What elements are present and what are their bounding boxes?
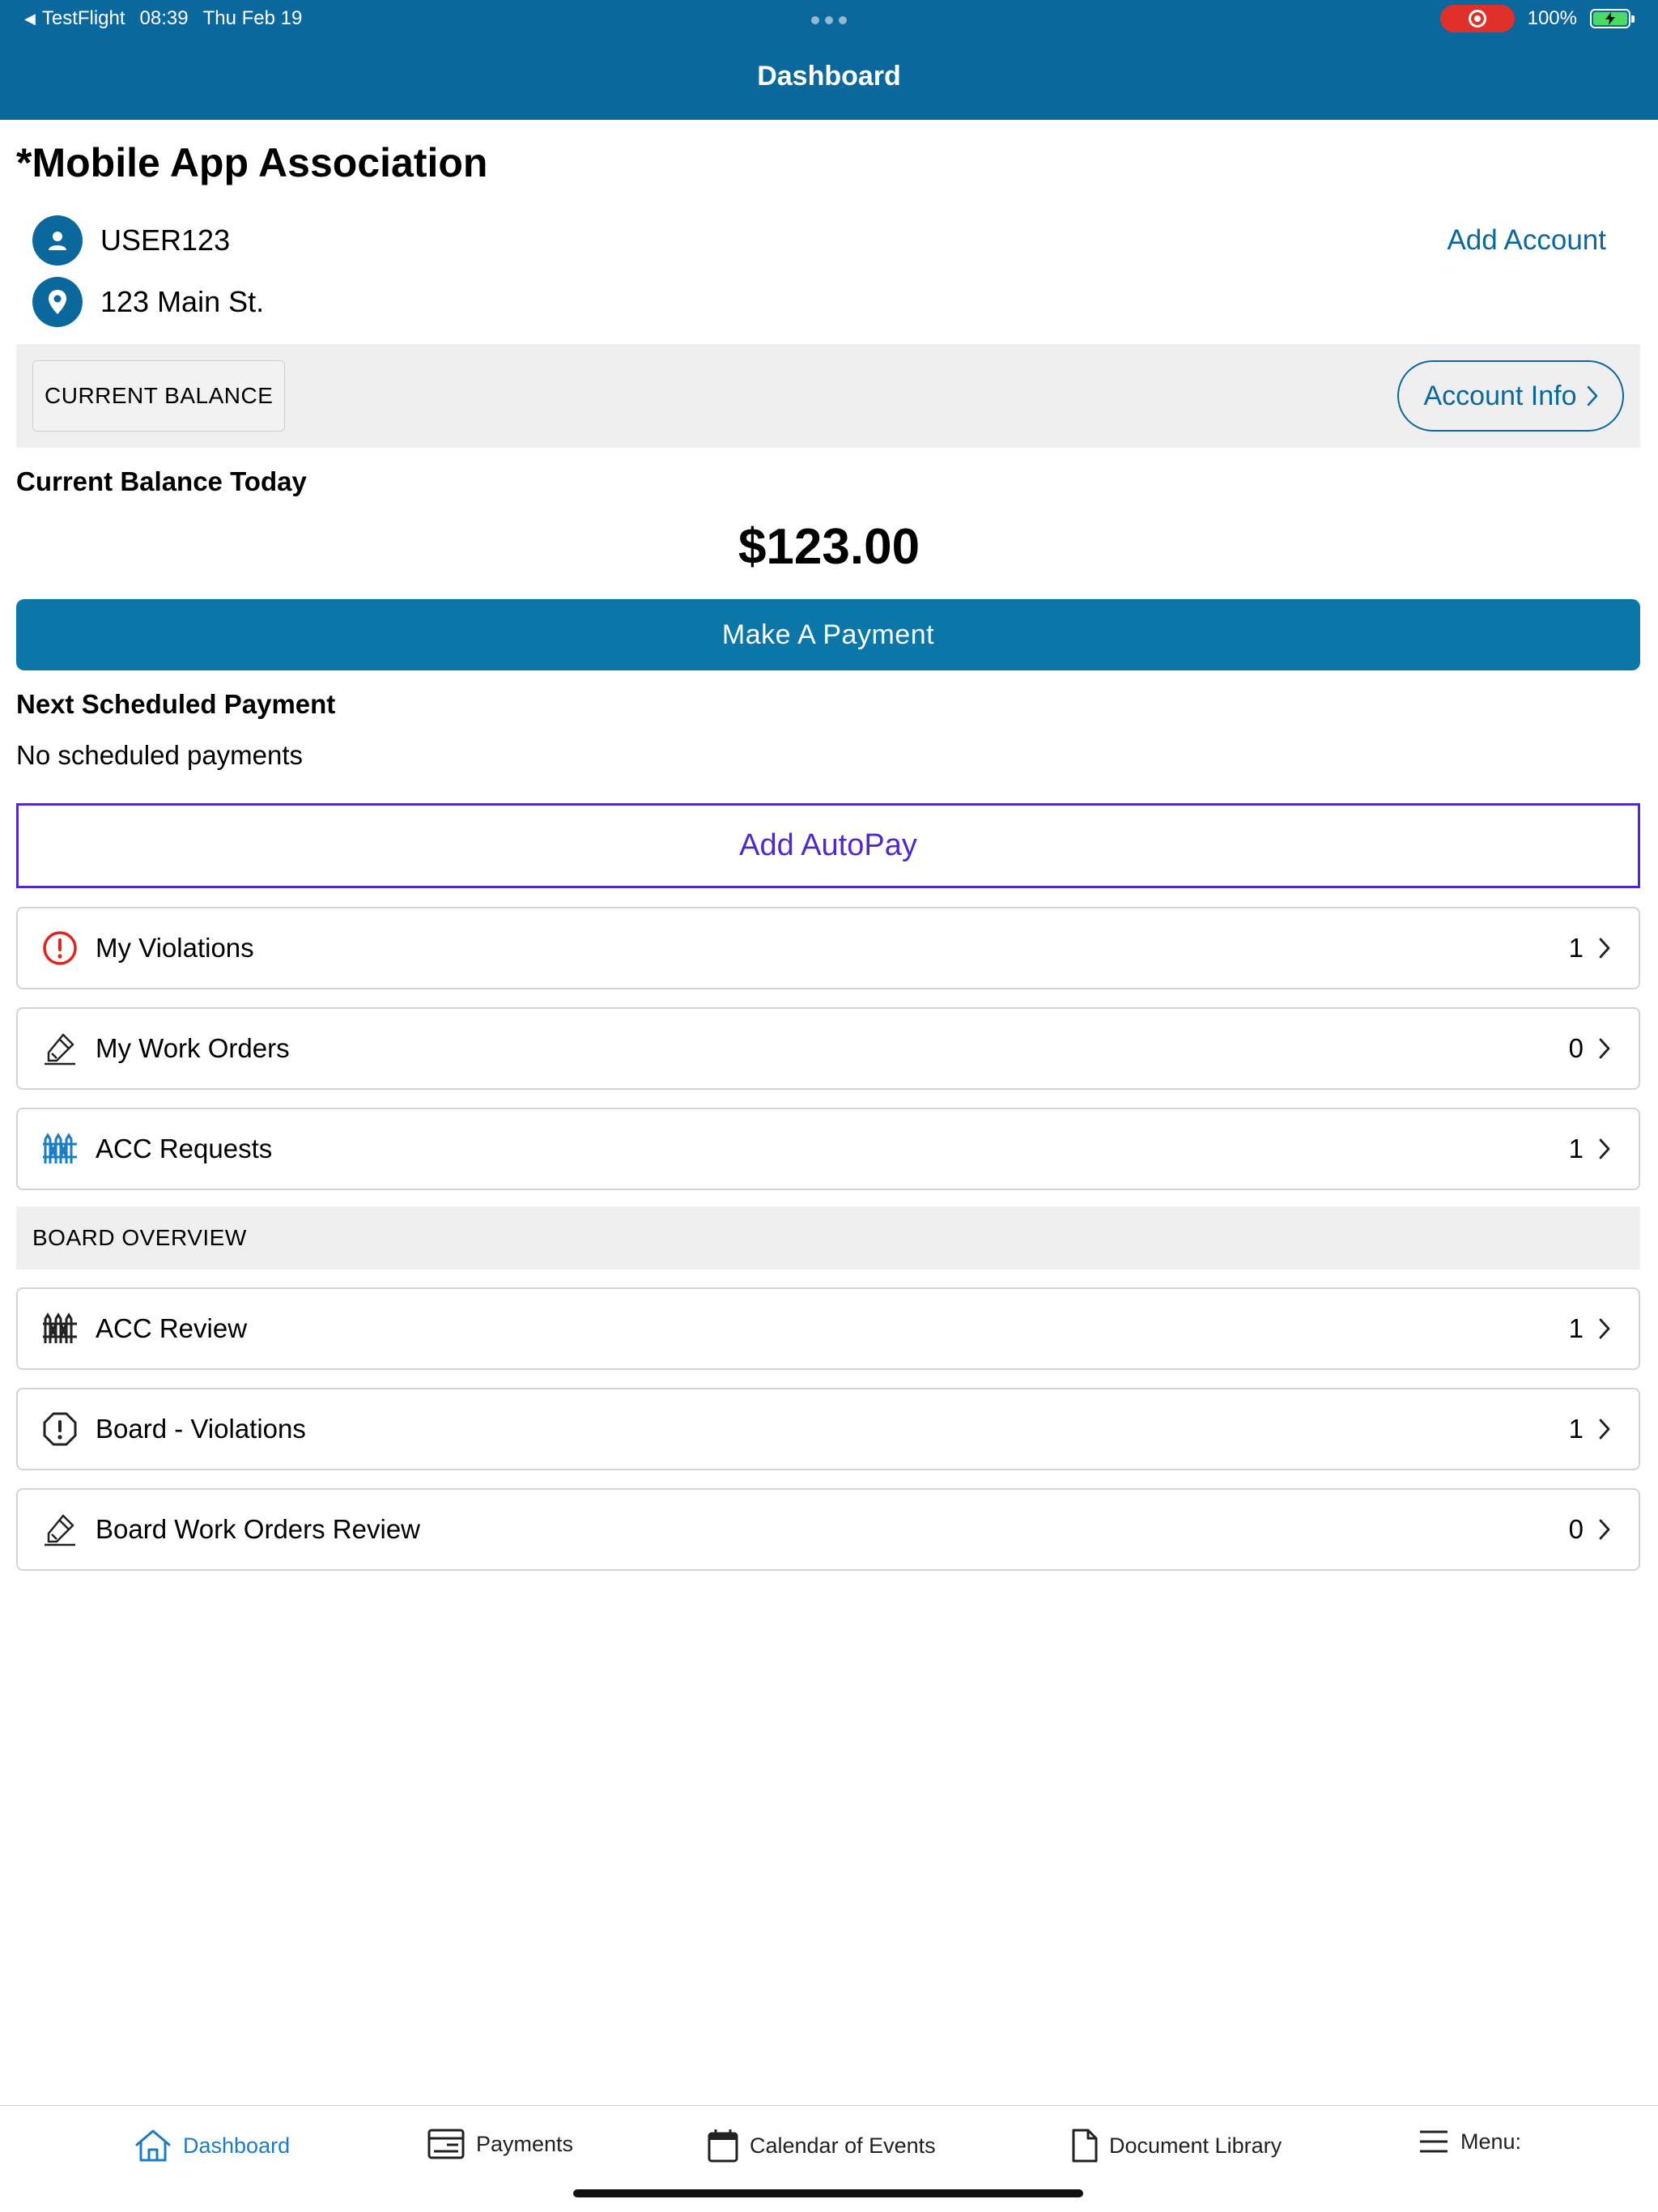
my-work-orders-row[interactable]: My Work Orders 0 — [16, 1007, 1640, 1090]
home-indicator[interactable] — [573, 2189, 1083, 2197]
tab-dashboard[interactable]: Dashboard — [134, 2129, 290, 2163]
battery-percent: 100% — [1527, 7, 1577, 29]
status-right: 100% — [1439, 5, 1635, 32]
work-order-icon — [40, 1029, 79, 1068]
chevron-right-icon — [1598, 1516, 1618, 1543]
row-count: 1 — [1568, 1134, 1584, 1163]
status-date: Thu Feb 19 — [202, 7, 303, 29]
my-violations-row[interactable]: My Violations 1 — [16, 907, 1640, 989]
chevron-right-icon — [1598, 934, 1618, 962]
user-name: USER123 — [100, 223, 231, 257]
add-account-link[interactable]: Add Account — [1447, 224, 1606, 257]
user-icon — [32, 215, 83, 266]
status-bar: ◀ TestFlight 08:39 Thu Feb 19 100% — [0, 0, 1658, 39]
tab-calendar-of-events[interactable]: Calendar of Events — [708, 2129, 936, 2163]
next-scheduled-payment-title: Next Scheduled Payment — [16, 689, 336, 719]
multitasking-dots-icon[interactable] — [811, 16, 847, 24]
row-count: 0 — [1568, 1033, 1584, 1063]
chevron-right-icon — [1587, 385, 1597, 406]
battery-charging-icon — [1590, 9, 1635, 28]
acc-requests-row[interactable]: ACC Requests 1 — [16, 1108, 1640, 1190]
home-icon — [135, 2129, 171, 2162]
next-scheduled-payment-value: No scheduled payments — [16, 740, 304, 770]
tab-label: Payments — [476, 2131, 574, 2156]
row-label: Board - Violations — [96, 1414, 306, 1444]
back-app-label[interactable]: TestFlight — [42, 7, 125, 30]
board-overview-header: BOARD OVERVIEW — [16, 1206, 1640, 1270]
board-work-orders-review-row[interactable]: Board Work Orders Review 0 — [16, 1488, 1640, 1571]
row-count: 1 — [1568, 933, 1584, 963]
row-count: 1 — [1568, 1313, 1584, 1343]
row-label: My Work Orders — [96, 1033, 290, 1063]
screen-recording-icon[interactable] — [1439, 5, 1515, 32]
user-row: USER123 — [32, 215, 230, 266]
fence-icon — [40, 1309, 79, 1348]
back-to-app-icon[interactable]: ◀ — [24, 11, 36, 28]
chevron-right-icon — [1598, 1135, 1618, 1163]
address-row: 123 Main St. — [32, 277, 264, 327]
payments-icon — [427, 2129, 465, 2159]
address-text: 123 Main St. — [100, 285, 265, 318]
add-autopay-button[interactable]: Add AutoPay — [16, 803, 1640, 888]
balance-amount: $123.00 — [738, 519, 920, 575]
row-count: 1 — [1568, 1414, 1584, 1444]
row-label: ACC Review — [96, 1313, 248, 1343]
page-title: Dashboard — [757, 61, 901, 91]
location-pin-icon — [32, 277, 83, 327]
alert-octagon-icon — [40, 1410, 79, 1448]
status-left: ◀ TestFlight 08:39 Thu Feb 19 — [24, 7, 302, 30]
row-label: My Violations — [96, 933, 254, 963]
calendar-icon — [708, 2129, 738, 2163]
chevron-right-icon — [1598, 1415, 1618, 1443]
chevron-right-icon — [1598, 1315, 1618, 1342]
menu-icon — [1420, 2130, 1448, 2153]
document-icon — [1072, 2129, 1098, 2163]
current-balance-tab[interactable]: CURRENT BALANCE — [32, 360, 285, 432]
account-info-button[interactable]: Account Info — [1397, 360, 1624, 432]
tab-label: Dashboard — [183, 2133, 291, 2158]
status-time: 08:39 — [139, 7, 189, 29]
tab-label: Document Library — [1109, 2133, 1282, 2158]
tab-label: Calendar of Events — [750, 2133, 936, 2158]
work-order-icon — [40, 1510, 79, 1549]
row-count: 0 — [1568, 1514, 1584, 1544]
association-name: *Mobile App Association — [16, 140, 488, 185]
tab-label: Menu: — [1460, 2129, 1522, 2154]
balance-band: CURRENT BALANCE Account Info — [16, 344, 1640, 448]
row-label: ACC Requests — [96, 1134, 273, 1163]
alert-circle-icon — [40, 929, 79, 968]
tab-document-library[interactable]: Document Library — [1072, 2129, 1282, 2163]
tab-payments[interactable]: Payments — [427, 2129, 573, 2159]
app-header: ◀ TestFlight 08:39 Thu Feb 19 100% Dashb… — [0, 0, 1658, 120]
row-label: Board Work Orders Review — [96, 1514, 421, 1544]
account-info-label: Account Info — [1423, 380, 1577, 411]
tab-menu[interactable]: Menu: — [1418, 2129, 1521, 2155]
board-violations-row[interactable]: Board - Violations 1 — [16, 1388, 1640, 1470]
fence-icon — [40, 1129, 79, 1168]
make-payment-button[interactable]: Make A Payment — [16, 599, 1640, 670]
acc-review-row[interactable]: ACC Review 1 — [16, 1287, 1640, 1370]
chevron-right-icon — [1598, 1035, 1618, 1062]
current-balance-today-label: Current Balance Today — [16, 466, 307, 496]
